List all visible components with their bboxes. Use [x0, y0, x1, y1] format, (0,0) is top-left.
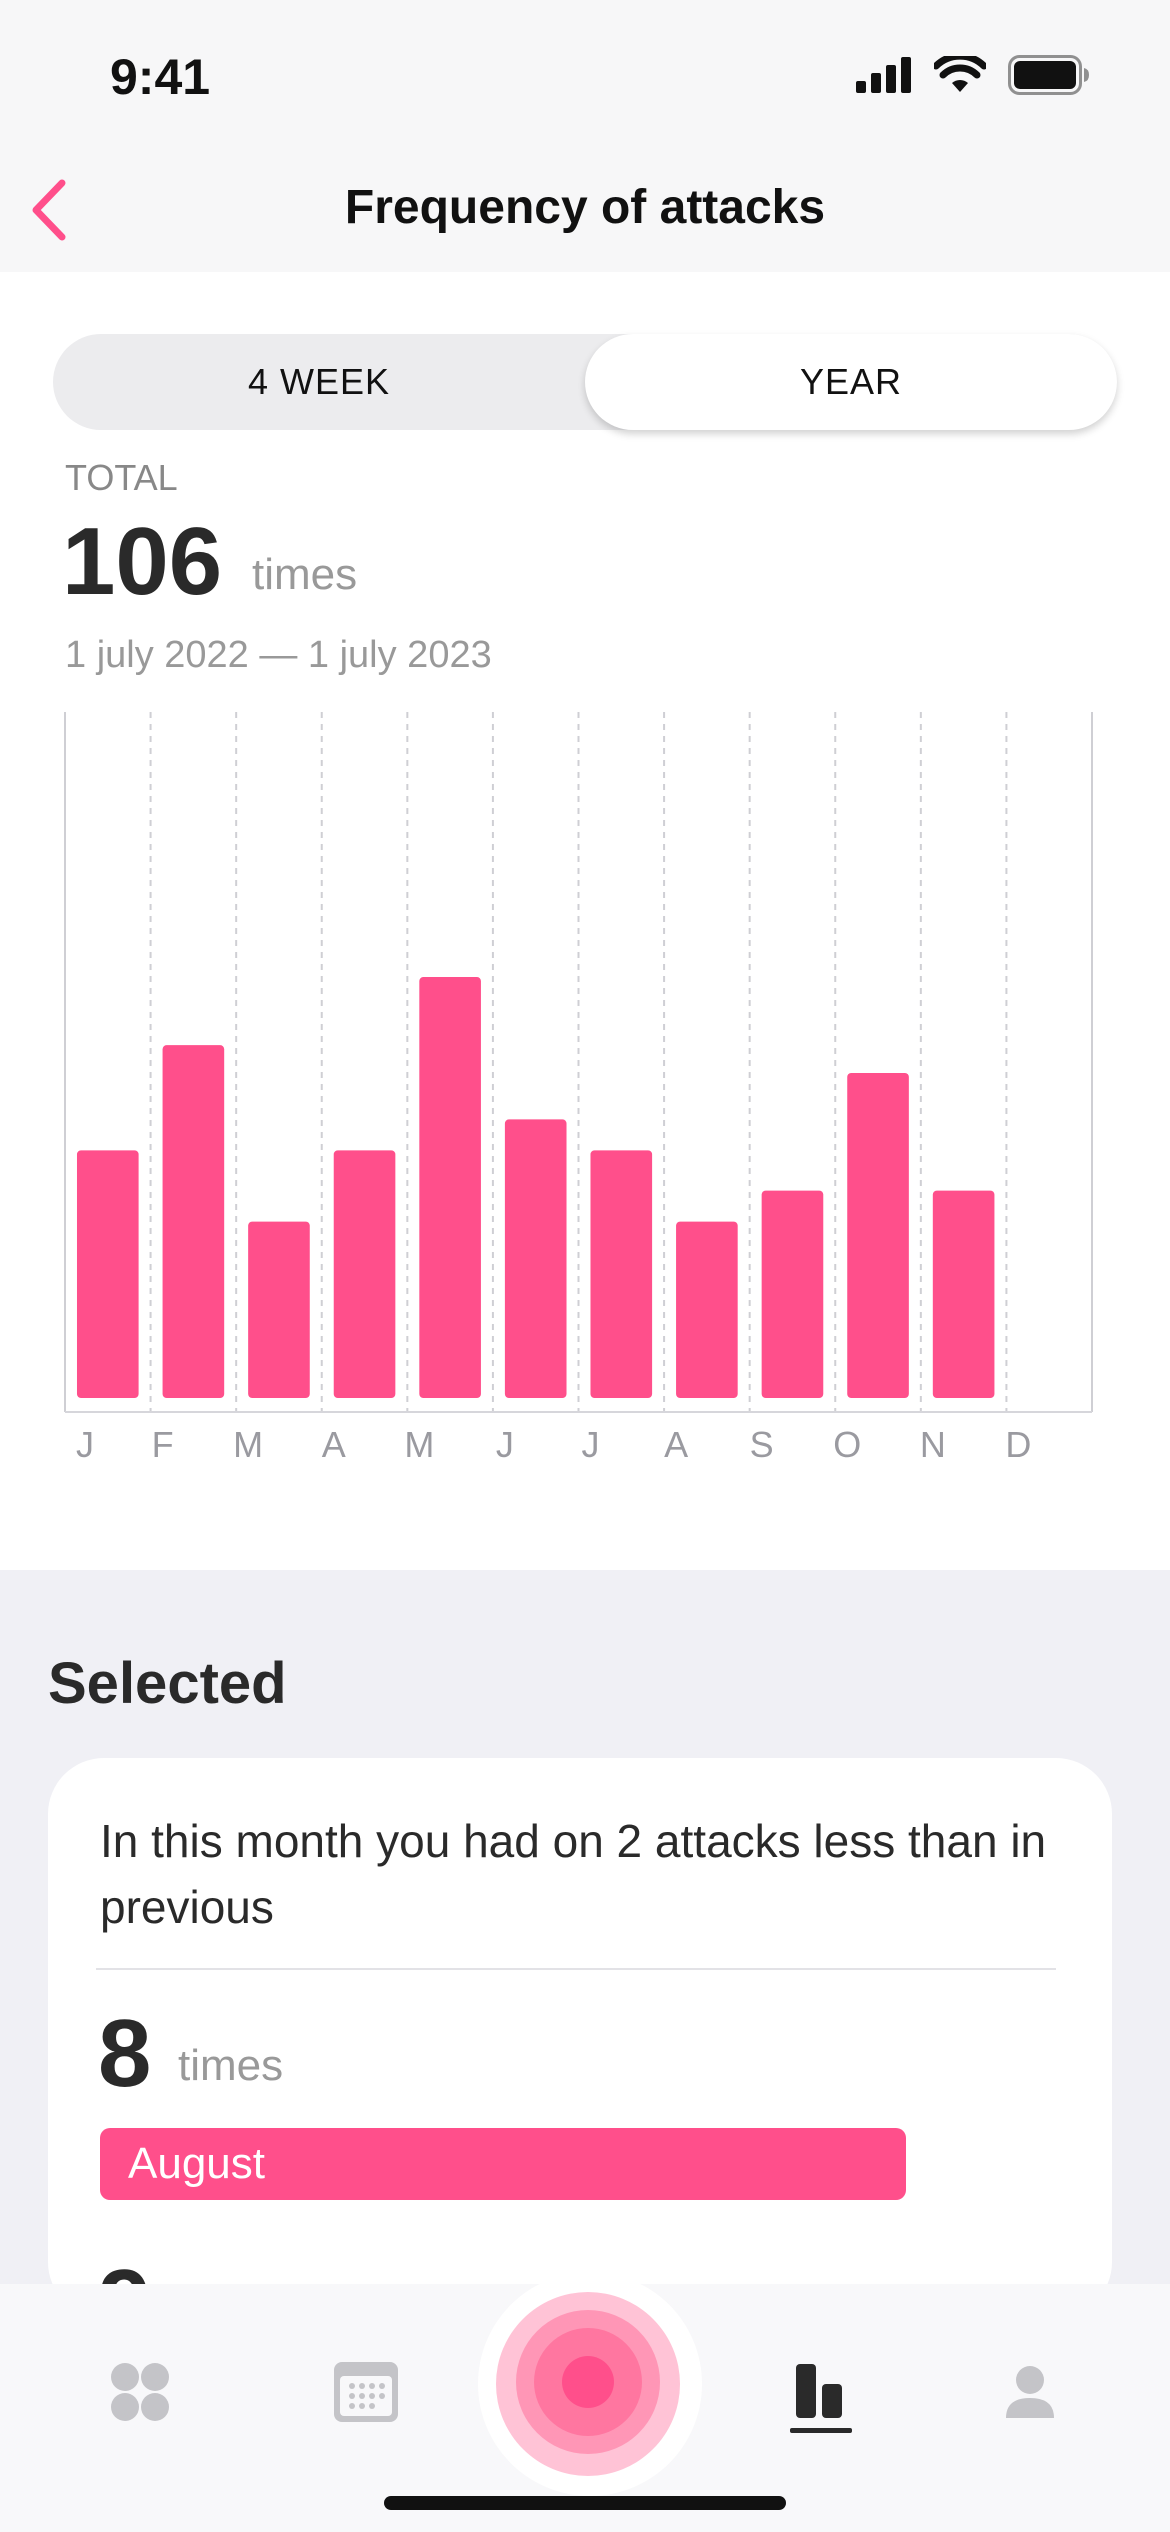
- chart-tick-label: A: [322, 1424, 346, 1462]
- tab-statistics[interactable]: [772, 2342, 872, 2442]
- period-segmented-control: 4 WEEK YEAR: [53, 334, 1117, 430]
- wifi-icon: [934, 56, 986, 92]
- chart-bar-3[interactable]: [333, 1150, 396, 1398]
- status-icons: [856, 55, 1090, 95]
- chart-tick-label: M: [404, 1424, 434, 1462]
- chart-tick-label: J: [582, 1424, 600, 1462]
- chart-bar-6[interactable]: [590, 1150, 653, 1398]
- selected-month-bar[interactable]: August: [100, 2128, 906, 2200]
- chart-tick-label: D: [1005, 1424, 1031, 1462]
- tab-dashboard[interactable]: [90, 2342, 190, 2442]
- chart-tick-label: N: [920, 1424, 946, 1462]
- chart-tick-label: A: [664, 1424, 688, 1462]
- chart-bar-2[interactable]: [248, 1221, 310, 1398]
- chart-tick-label: O: [833, 1424, 861, 1462]
- status-bar: 9:41: [0, 0, 1170, 150]
- chart-bar-5[interactable]: [504, 1119, 567, 1398]
- selected-month-card: In this month you had on 2 attacks less …: [48, 1758, 1112, 2318]
- attacks-bar-chart: JFMAMJJASOND: [64, 712, 1093, 1462]
- segment-4-week[interactable]: 4 WEEK: [53, 334, 585, 430]
- chart-bar-10[interactable]: [932, 1190, 995, 1398]
- chart-tick-label: S: [750, 1424, 774, 1462]
- selected-unit: times: [178, 2041, 284, 2090]
- status-time: 9:41: [110, 49, 211, 105]
- total-unit: times: [252, 550, 358, 599]
- dashboard-icon: [111, 2363, 169, 2421]
- total-label: TOTAL: [65, 457, 178, 498]
- chart-bar-0[interactable]: [76, 1150, 139, 1398]
- chart-bar-1[interactable]: [162, 1045, 225, 1398]
- total-value: 106: [62, 508, 223, 615]
- home-indicator: [384, 2496, 786, 2510]
- selected-count: 8: [98, 2000, 152, 2107]
- selected-title: Selected: [48, 1651, 287, 1716]
- divider: [96, 1968, 1056, 1970]
- profile-icon: [1006, 2366, 1054, 2418]
- chart-bar-9[interactable]: [847, 1073, 909, 1398]
- date-range: 1 july 2022 — 1 july 2023: [65, 634, 492, 676]
- calendar-icon: [334, 2362, 398, 2422]
- chart-tick-label: M: [233, 1424, 263, 1462]
- chart-tick-label: F: [152, 1424, 174, 1462]
- record-attack-button[interactable]: [470, 2264, 710, 2504]
- navigation-bar: Frequency of attacks: [0, 150, 1170, 270]
- tab-profile[interactable]: [980, 2342, 1080, 2442]
- segment-year[interactable]: YEAR: [585, 334, 1117, 430]
- cellular-signal-icon: [856, 57, 911, 93]
- chart-tick-label: J: [76, 1424, 94, 1462]
- comparison-message: In this month you had on 2 attacks less …: [100, 1815, 1047, 1933]
- record-attack-icon: [478, 2272, 702, 2496]
- statistics-icon: [790, 2364, 852, 2433]
- chart-bar-8[interactable]: [761, 1190, 824, 1398]
- page-title: Frequency of attacks: [344, 181, 826, 234]
- battery-icon: [1008, 55, 1089, 95]
- statistics-card: 4 WEEK YEAR TOTAL 106 times 1 july 2022 …: [0, 272, 1170, 1570]
- chart-tick-label: J: [496, 1424, 514, 1462]
- chart-bar-4[interactable]: [419, 977, 481, 1398]
- tab-calendar[interactable]: [316, 2342, 416, 2442]
- chart-bar-7[interactable]: [676, 1221, 738, 1398]
- tab-bar: [0, 2272, 1170, 2532]
